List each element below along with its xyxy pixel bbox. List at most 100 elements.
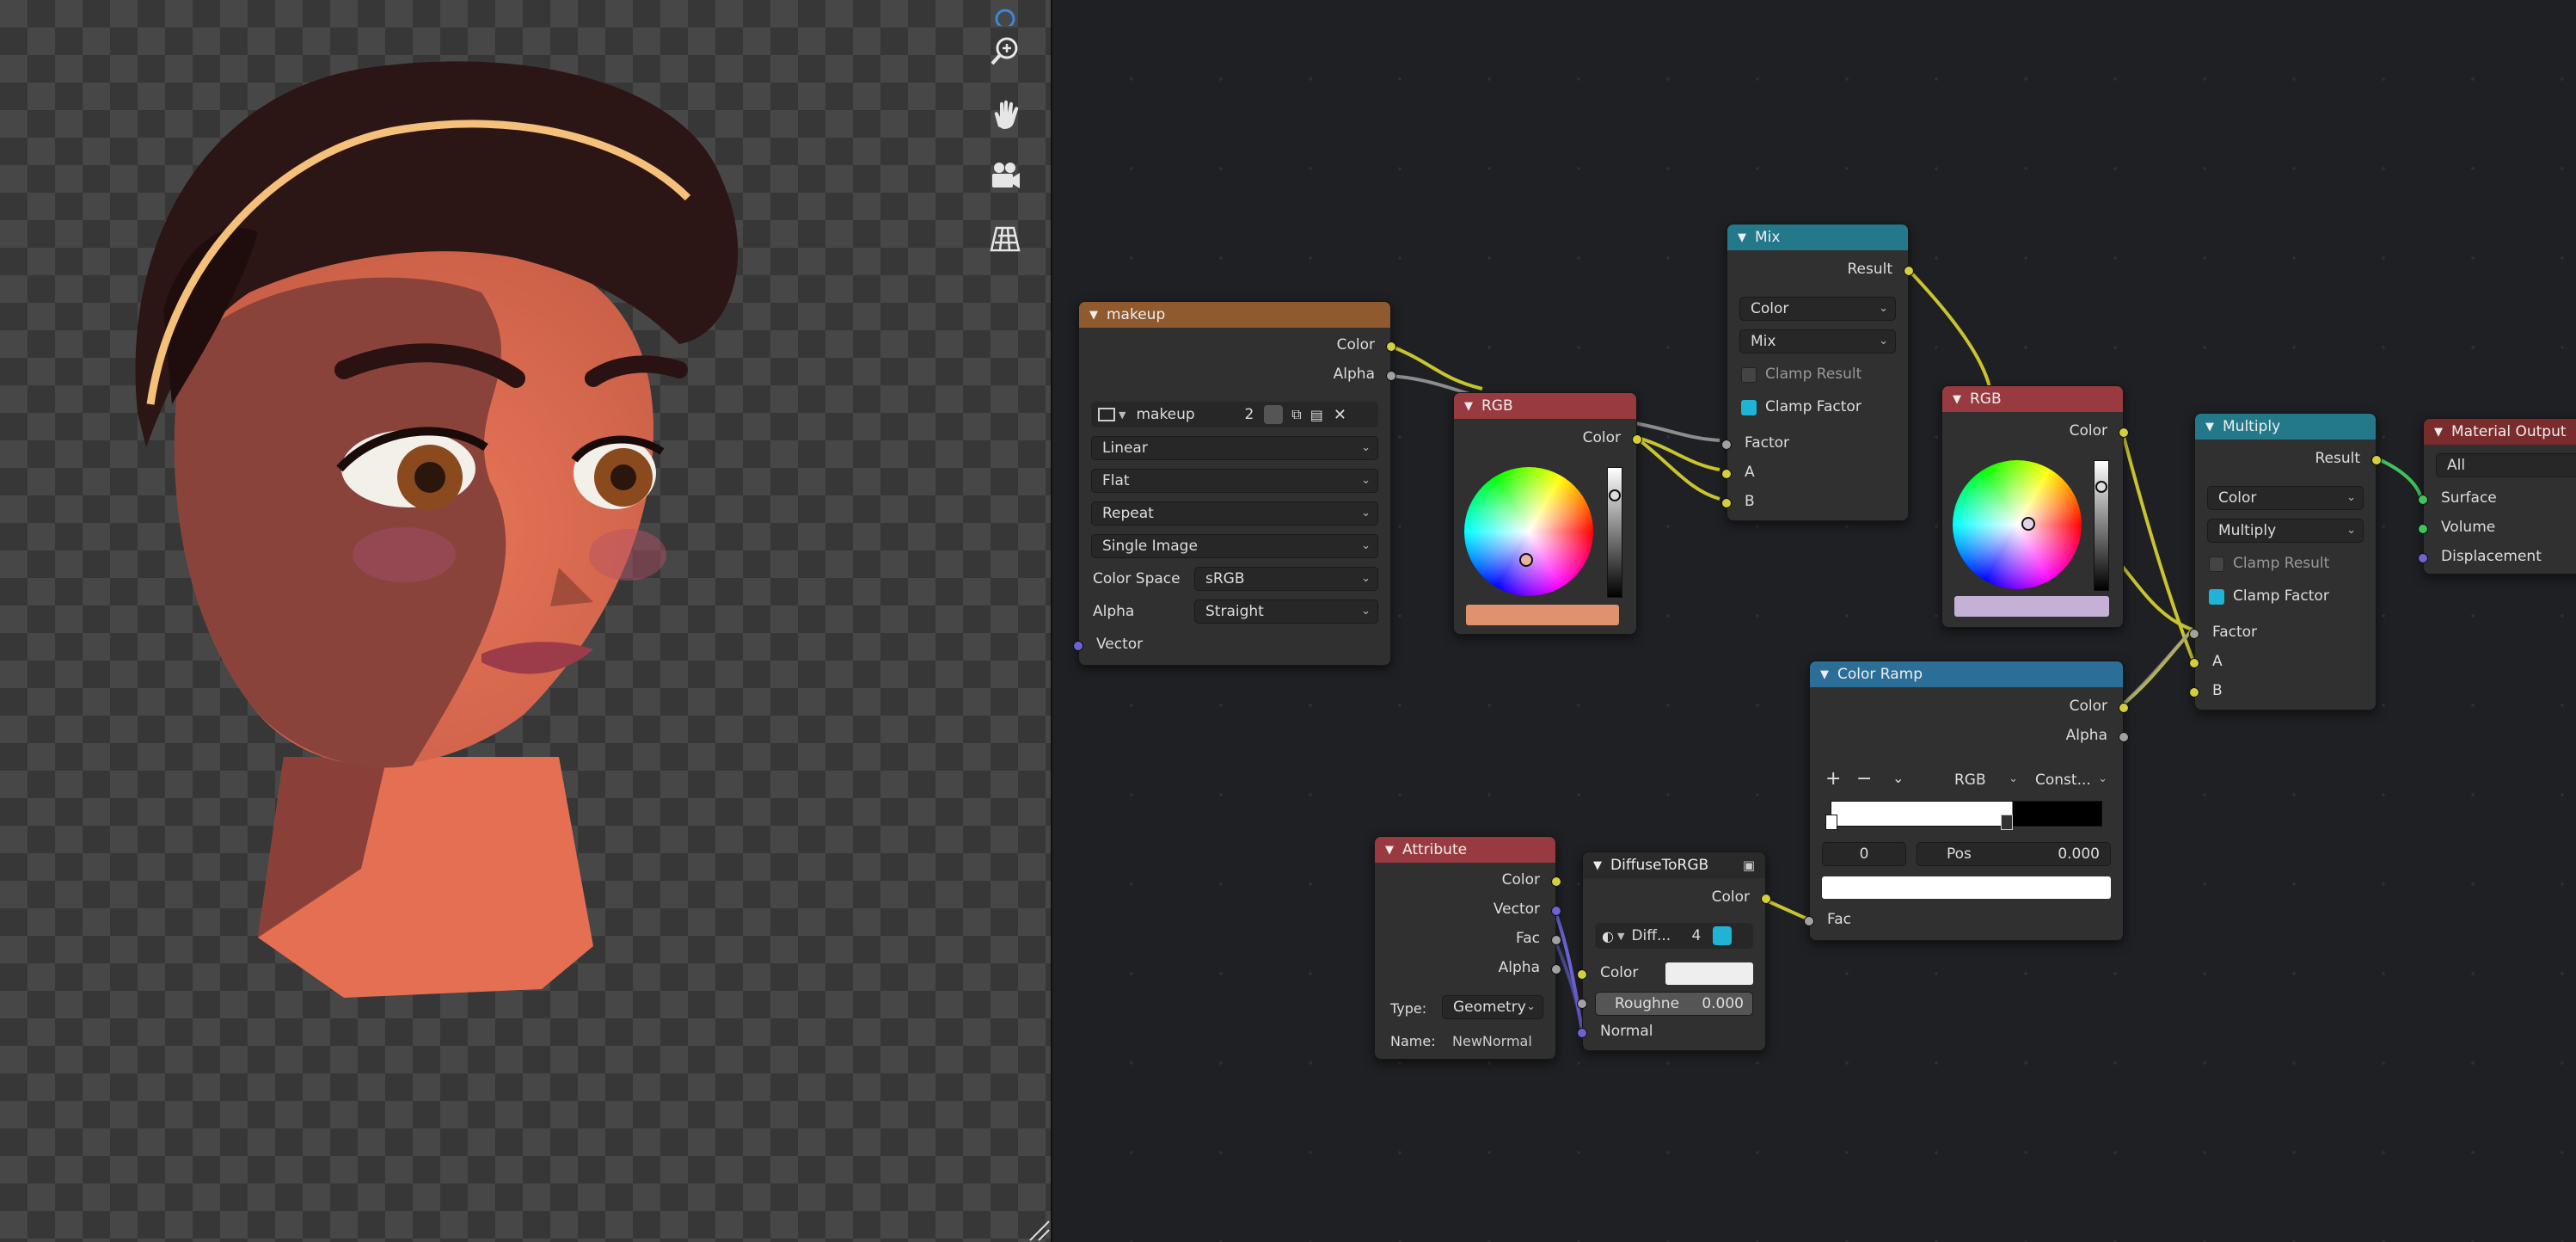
type-dropdown[interactable]: Geometry ⌄ [1442, 995, 1543, 1019]
data-type-dropdown[interactable]: Color ⌄ [2207, 486, 2364, 510]
socket-color[interactable] [2119, 427, 2129, 438]
collapse-icon[interactable]: ▼ [1953, 393, 1961, 406]
color-mode-dropdown[interactable]: RGB ⌄ [1944, 768, 2025, 792]
collapse-icon[interactable]: ▼ [1820, 668, 1829, 681]
socket-factor[interactable] [1721, 440, 1732, 450]
remove-stop-icon[interactable]: − [1856, 768, 1872, 790]
socket-displacement[interactable] [2418, 553, 2428, 563]
interpolation-dropdown[interactable]: Const... ⌄ [2025, 768, 2114, 792]
group-name[interactable]: Diff... [1631, 927, 1688, 944]
node-header[interactable]: ▼ makeup [1079, 302, 1390, 328]
socket-vector[interactable] [1551, 906, 1561, 916]
3d-viewport[interactable] [0, 0, 1051, 1242]
socket-color[interactable] [1551, 876, 1561, 887]
socket-b[interactable] [1721, 498, 1732, 508]
roughness-field[interactable]: Roughne 0.000 [1595, 992, 1753, 1016]
socket-color[interactable] [1386, 341, 1396, 352]
color-swatch[interactable] [1954, 596, 2109, 617]
wheel-cursor[interactable] [1519, 553, 1533, 567]
node-tree-icon[interactable]: ◐ [1602, 928, 1614, 944]
clamp-factor-checkbox[interactable] [2209, 589, 2224, 605]
socket-result[interactable] [1904, 266, 1914, 276]
collapse-icon[interactable]: ▼ [1738, 231, 1746, 244]
mix-node[interactable]: ▼ Mix Result Color ⌄ Mix ⌄ Clamp Result Cla… [1721, 224, 1914, 521]
ramp-stop-1[interactable] [2001, 815, 2013, 830]
corner-resize-icon[interactable] [1025, 1216, 1051, 1242]
image-selector[interactable]: ▼ makeup 2 ⧉ ▤ ✕ [1091, 402, 1378, 427]
socket-color[interactable] [1632, 434, 1642, 445]
value-slider[interactable] [1607, 467, 1622, 598]
node-header[interactable]: ▼ RGB [1942, 386, 2123, 412]
view-dot-icon[interactable] [987, 0, 1023, 29]
socket-vector[interactable] [1073, 641, 1083, 651]
collapse-icon[interactable]: ▼ [2205, 421, 2214, 433]
blend-mode-dropdown[interactable]: Multiply ⌄ [2207, 519, 2364, 543]
name-field[interactable]: NewNormal [1452, 1033, 1532, 1049]
socket-factor[interactable] [2189, 629, 2199, 639]
color-wheel[interactable] [1464, 467, 1593, 596]
projection-dropdown[interactable]: Flat ⌄ [1091, 469, 1378, 493]
fake-user-shield-icon[interactable] [1713, 926, 1733, 945]
collapse-icon[interactable]: ▼ [1593, 859, 1602, 872]
diffuse-to-rgb-group-node[interactable]: ▼ DiffuseToRGB ▣ Color ◐ ▼ Diff... 4 Color… [1577, 852, 1771, 1051]
ramp-stop-0[interactable] [1825, 815, 1837, 830]
node-header[interactable]: ▼ Material Output [2424, 419, 2576, 445]
socket-a[interactable] [1721, 469, 1732, 479]
image-icon[interactable] [1098, 408, 1115, 421]
socket-normal[interactable] [1577, 1028, 1587, 1038]
stop-index-field[interactable]: 0 [1822, 842, 1906, 866]
node-header[interactable]: ▼ Mix [1727, 224, 1908, 250]
socket-color[interactable] [2119, 703, 2129, 713]
clamp-result-checkbox[interactable] [1741, 367, 1757, 383]
collapse-icon[interactable]: ▼ [2434, 426, 2443, 439]
socket-alpha[interactable] [2119, 732, 2129, 742]
rgb-node-2[interactable]: ▼ RGB Color [1941, 385, 2129, 628]
color-swatch[interactable] [1466, 605, 1619, 625]
stop-color-swatch[interactable] [1822, 876, 2111, 899]
socket-alpha[interactable] [1551, 964, 1561, 975]
socket-fac[interactable] [1551, 935, 1561, 945]
image-texture-node[interactable]: ▼ makeup Color Alpha ▼ makeup 2 ⧉ ▤ ✕ Lin… [1073, 301, 1396, 666]
node-header[interactable]: ▼ Attribute [1375, 837, 1555, 863]
color-input-swatch[interactable] [1665, 962, 1753, 985]
socket-surface[interactable] [2418, 495, 2428, 505]
data-type-dropdown[interactable]: Color ⌄ [1739, 297, 1896, 321]
color-wheel[interactable] [1953, 460, 2082, 589]
pack-icon[interactable]: ▤ [1310, 407, 1323, 423]
blend-mode-dropdown[interactable]: Mix ⌄ [1739, 329, 1896, 354]
duplicate-icon[interactable]: ⧉ [1291, 406, 1301, 423]
color-ramp-node[interactable]: ▼ Color Ramp Color Alpha + − ⌄ RGB ⌄ Const… [1804, 661, 2129, 941]
material-output-node[interactable]: ▼ Material Output All Surface Volume Disp… [2418, 418, 2576, 575]
collapse-icon[interactable]: ▼ [1089, 309, 1098, 322]
grid-icon[interactable] [987, 220, 1023, 256]
camera-icon[interactable] [987, 158, 1023, 194]
socket-volume[interactable] [2418, 524, 2428, 534]
clamp-result-checkbox[interactable] [2209, 556, 2224, 572]
node-group-icon[interactable]: ▣ [1743, 858, 1755, 873]
value-cursor[interactable] [2095, 481, 2107, 493]
chevron-down-icon[interactable]: ⌄ [1892, 770, 1904, 786]
socket-roughness[interactable] [1577, 999, 1587, 1009]
clamp-factor-checkbox[interactable] [1741, 400, 1757, 415]
stop-position-field[interactable]: Pos 0.000 [1917, 842, 2111, 866]
zoom-icon[interactable] [987, 33, 1023, 69]
source-dropdown[interactable]: Single Image ⌄ [1091, 534, 1378, 558]
value-cursor[interactable] [1609, 489, 1621, 501]
rgb-node[interactable]: ▼ RGB Color [1453, 392, 1642, 635]
fake-user-icon[interactable] [1264, 405, 1284, 424]
color-space-dropdown[interactable]: sRGB ⌄ [1194, 567, 1378, 591]
image-name[interactable]: makeup [1136, 406, 1239, 423]
socket-a[interactable] [2189, 658, 2199, 668]
interpolation-dropdown[interactable]: Linear ⌄ [1091, 436, 1378, 460]
socket-result[interactable] [2371, 455, 2382, 465]
collapse-icon[interactable]: ▼ [1385, 844, 1394, 857]
socket-color-in[interactable] [1577, 969, 1587, 980]
close-icon[interactable]: ✕ [1334, 406, 1346, 424]
node-header[interactable]: ▼ RGB [1454, 393, 1636, 419]
attribute-node[interactable]: ▼ Attribute Color Vector Fac Alpha Type: … [1374, 836, 1561, 1060]
color-ramp-gradient[interactable] [1831, 801, 2102, 827]
target-dropdown[interactable]: All [2436, 453, 2576, 477]
socket-fac[interactable] [1804, 916, 1814, 926]
socket-alpha[interactable] [1386, 371, 1396, 381]
alpha-dropdown[interactable]: Straight ⌄ [1194, 599, 1378, 624]
